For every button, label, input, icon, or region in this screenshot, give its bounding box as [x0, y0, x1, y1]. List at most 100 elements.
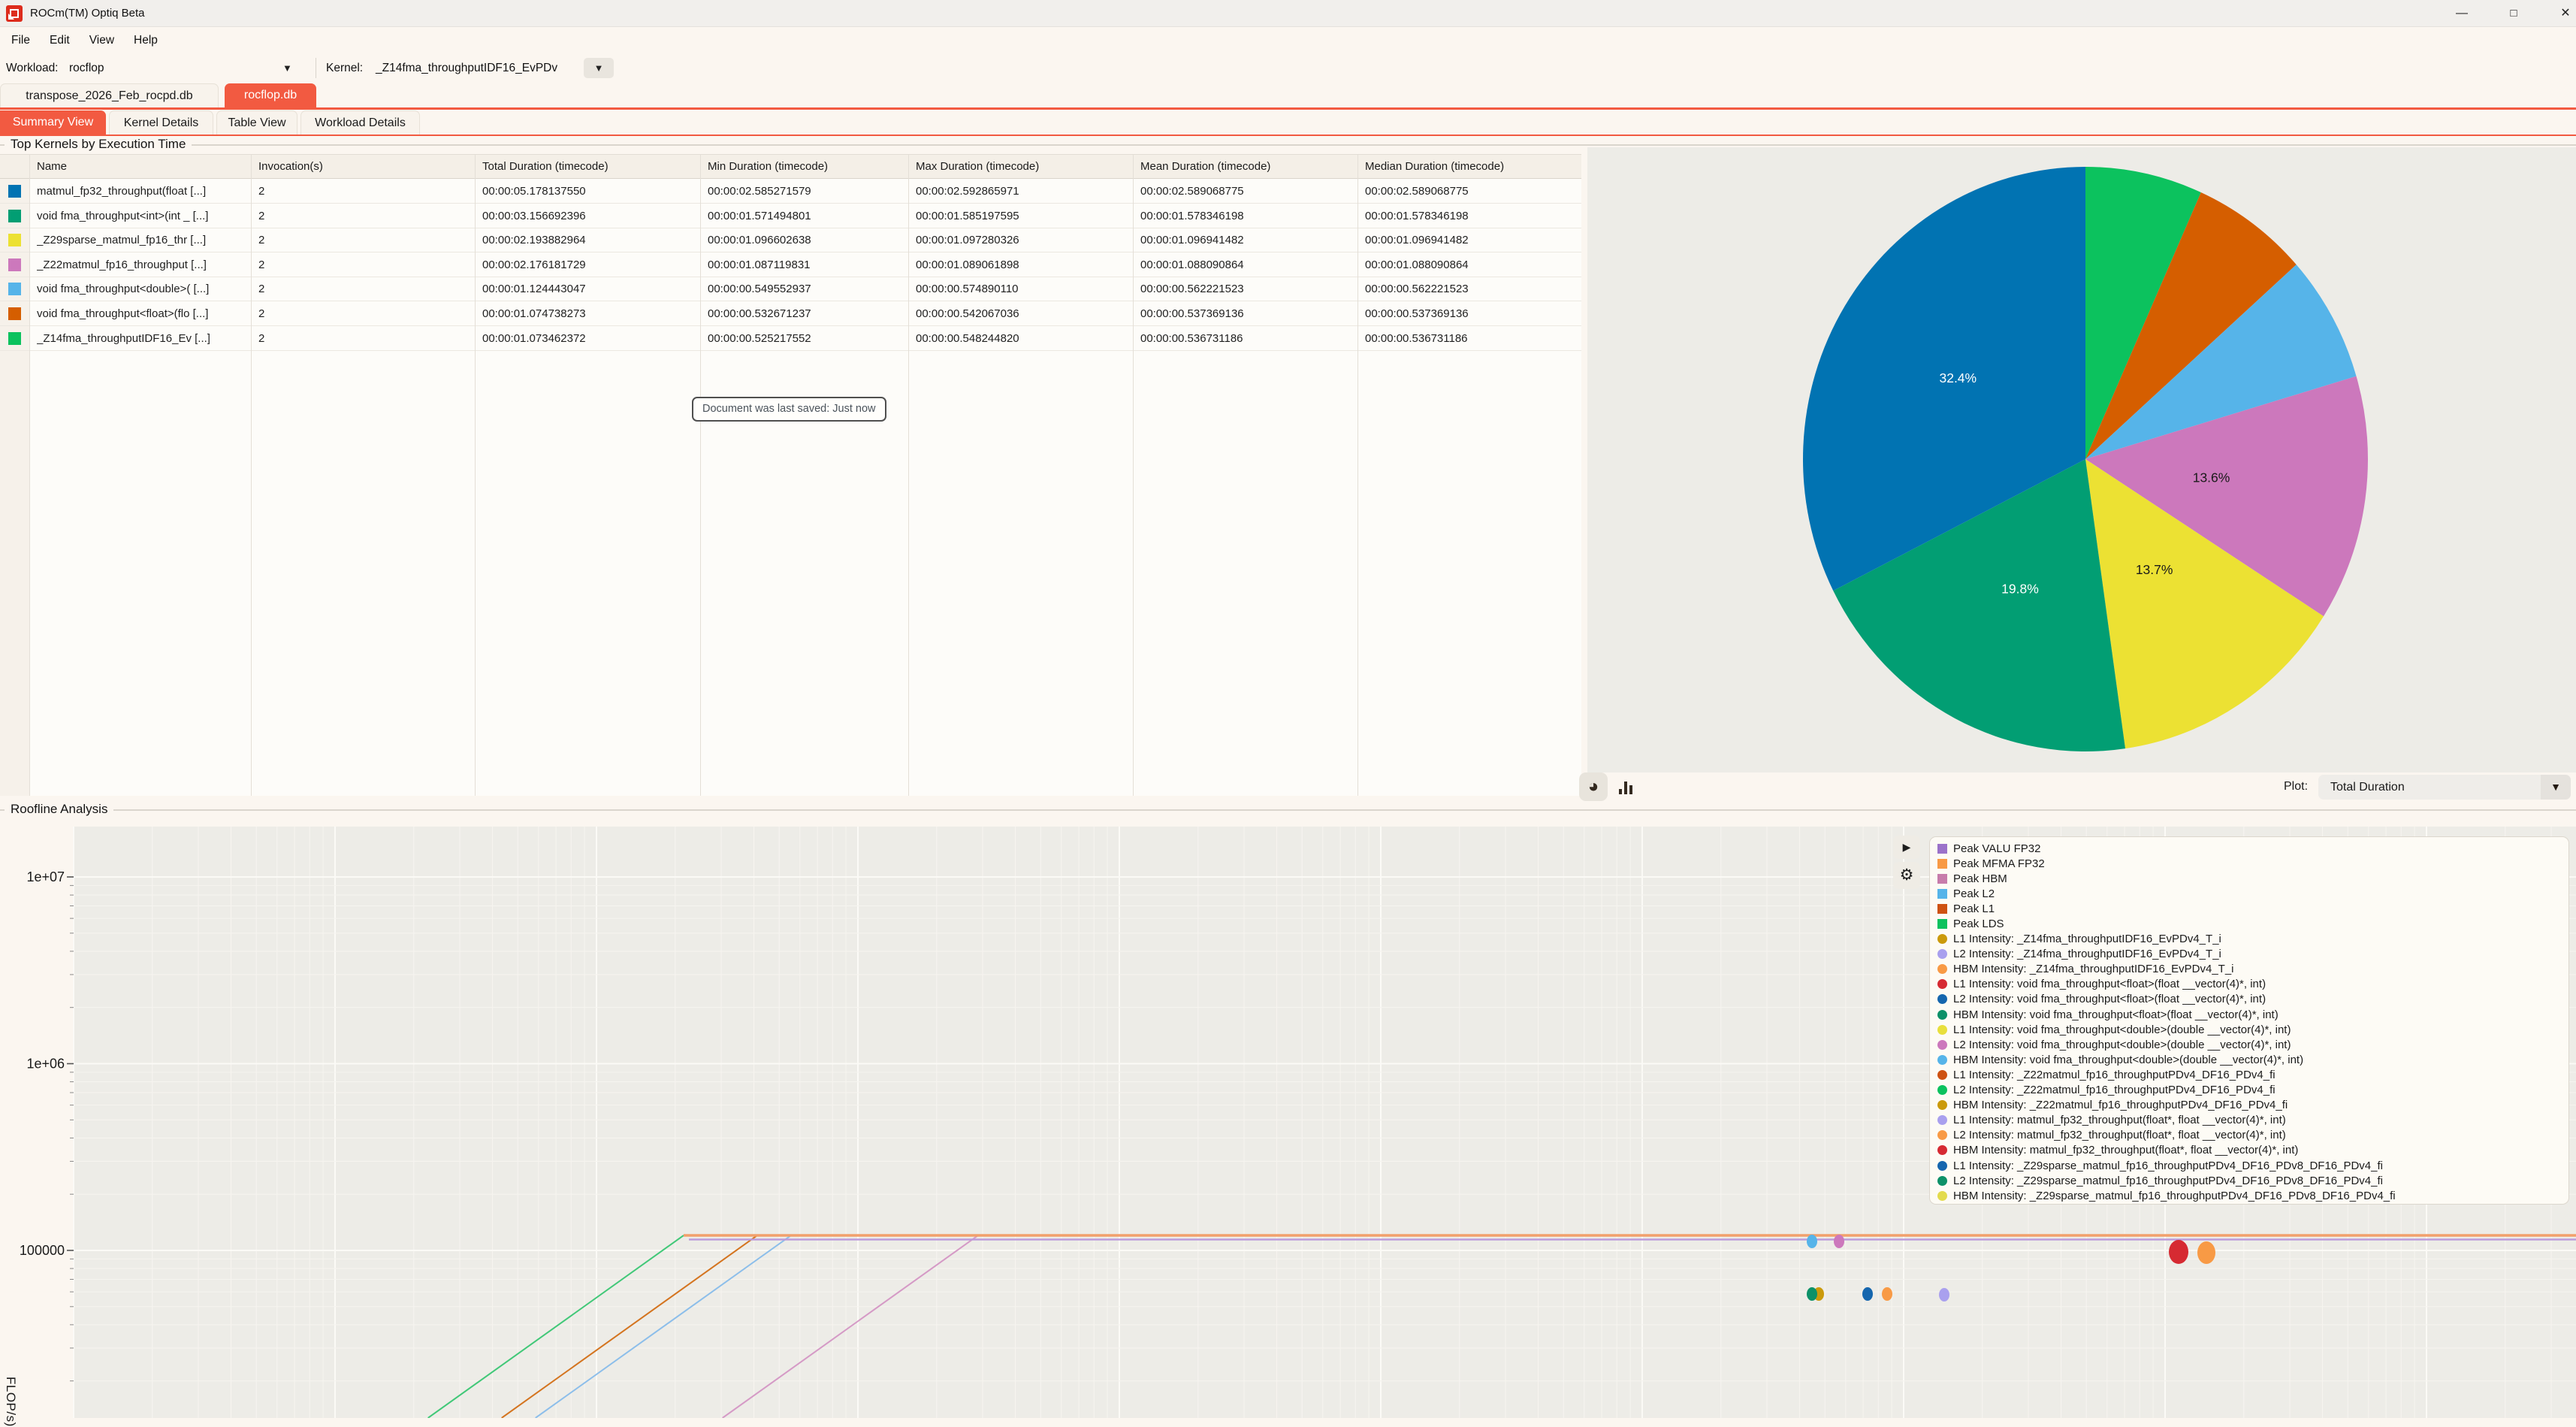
cell-median: 00:00:00.562221523 — [1365, 277, 1578, 301]
menu-view[interactable]: View — [80, 29, 124, 52]
column-divider — [700, 155, 701, 796]
legend-item[interactable]: Peak LDS — [1937, 916, 2568, 931]
roofline-settings-button[interactable]: ⚙ — [1893, 862, 1920, 889]
legend-item[interactable]: HBM Intensity: _Z14fma_throughputIDF16_E… — [1937, 962, 2568, 977]
legend-item[interactable]: Peak VALU FP32 — [1937, 841, 2568, 856]
legend-item[interactable]: L1 Intensity: matmul_fp32_throughput(flo… — [1937, 1113, 2568, 1128]
legend-item[interactable]: L2 Intensity: _Z22matmul_fp16_throughput… — [1937, 1083, 2568, 1098]
table-row[interactable]: _Z22matmul_fp16_throughput [...]200:00:0… — [0, 252, 1581, 277]
legend-item[interactable]: L2 Intensity: matmul_fp32_throughput(flo… — [1937, 1128, 2568, 1143]
legend-item[interactable]: HBM Intensity: _Z22matmul_fp16_throughpu… — [1937, 1098, 2568, 1113]
table-row[interactable]: void fma_throughput<double>( [...]200:00… — [0, 277, 1581, 301]
legend-item[interactable]: L1 Intensity: _Z29sparse_matmul_fp16_thr… — [1937, 1158, 2568, 1173]
legend-item[interactable]: HBM Intensity: matmul_fp32_throughput(fl… — [1937, 1143, 2568, 1158]
section-divider — [0, 809, 2576, 811]
cell-median: 00:00:00.537369136 — [1365, 301, 1578, 326]
column-header[interactable]: Max Duration (timecode) — [916, 155, 1039, 179]
legend-item[interactable]: L1 Intensity: void fma_throughput<float>… — [1937, 977, 2568, 992]
legend-item[interactable]: Peak L1 — [1937, 901, 2568, 916]
legend-item[interactable]: Peak HBM — [1937, 871, 2568, 886]
legend-line-swatch — [1937, 904, 1947, 914]
column-header[interactable]: Invocation(s) — [258, 155, 323, 179]
document-tabs: transpose_2026_Feb_rocpd.dbrocflop.db — [0, 82, 2576, 110]
table-row[interactable]: void fma_throughput<float>(flo [...]200:… — [0, 301, 1581, 326]
legend-label: Peak L2 — [1953, 887, 1995, 900]
cell-min: 00:00:00.525217552 — [708, 326, 905, 351]
legend-item[interactable]: L1 Intensity: _Z14fma_throughputIDF16_Ev… — [1937, 932, 2568, 947]
legend-label: L1 Intensity: _Z29sparse_matmul_fp16_thr… — [1953, 1159, 2383, 1172]
pie-chart-icon: ◕ — [1588, 776, 1599, 797]
pie-chart-view-button[interactable]: ◕ — [1579, 772, 1608, 801]
column-header[interactable]: Median Duration (timecode) — [1365, 155, 1504, 179]
chevron-down-icon: ▼ — [2541, 775, 2571, 800]
title-bar: ROCm(TM) Optiq Beta — □ ✕ — [0, 0, 2576, 27]
tab-summary-view[interactable]: Summary View — [0, 110, 106, 136]
tab-workload-details[interactable]: Workload Details — [300, 110, 420, 135]
legend-item[interactable]: HBM Intensity: void fma_throughput<float… — [1937, 1007, 2568, 1022]
kernel-color-swatch — [8, 332, 21, 345]
table-row[interactable]: void fma_throughput<int>(int _ [...]200:… — [0, 204, 1581, 228]
menu-edit[interactable]: Edit — [40, 29, 80, 52]
tab-table-view[interactable]: Table View — [216, 110, 297, 135]
cell-invocations: 2 — [258, 252, 472, 277]
bar-chart-view-button[interactable] — [1615, 777, 1638, 797]
cell-total: 00:00:02.176181729 — [482, 252, 697, 277]
legend-point-swatch — [1937, 1070, 1947, 1080]
cell-total: 00:00:05.178137550 — [482, 179, 697, 204]
kernels-table: Name Invocation(s) Total Duration (timecod… — [0, 154, 1581, 796]
table-row[interactable]: _Z29sparse_matmul_fp16_thr [...] 2 00:00:0… — [0, 228, 1581, 252]
legend-item[interactable]: L2 Intensity: void fma_throughput<float>… — [1937, 992, 2568, 1007]
doc-tab-1[interactable]: transpose_2026_Feb_rocpd.db — [0, 83, 219, 107]
column-header[interactable]: Mean Duration (timecode) — [1140, 155, 1270, 179]
intensity-point — [1939, 1288, 1949, 1302]
legend-item[interactable]: HBM Intensity: void fma_throughput<doubl… — [1937, 1052, 2568, 1067]
column-header[interactable]: Min Duration (timecode) — [708, 155, 828, 179]
minimize-button[interactable]: — — [2446, 3, 2478, 24]
legend-item[interactable]: L2 Intensity: _Z14fma_throughputIDF16_Ev… — [1937, 947, 2568, 962]
cell-name: _Z29sparse_matmul_fp16_thr [...] — [37, 228, 248, 252]
pie-controls: ◕ Plot: Total Duration ▼ — [1575, 772, 2576, 801]
table-row[interactable]: _Z14fma_throughputIDF16_Ev [...]200:00:0… — [0, 326, 1581, 351]
y-tick-label: 1e+06 — [26, 1057, 65, 1072]
workload-dropdown[interactable]: Workload: rocflop ▼ — [0, 54, 302, 82]
roofline-section-title: Roofline Analysis — [5, 801, 113, 818]
plot-dropdown[interactable]: Total Duration ▼ — [2318, 775, 2571, 800]
kernel-dropdown[interactable]: Kernel: _Z14fma_throughputIDF16_EvPDv — [322, 54, 622, 82]
legend-item[interactable]: L1 Intensity: _Z22matmul_fp16_throughput… — [1937, 1067, 2568, 1082]
tab-kernel-details[interactable]: Kernel Details — [109, 110, 213, 135]
column-header[interactable]: Total Duration (timecode) — [482, 155, 609, 179]
legend-point-swatch — [1937, 1010, 1947, 1020]
legend-label: L1 Intensity: _Z22matmul_fp16_throughput… — [1953, 1069, 2276, 1081]
intensity-point — [1807, 1235, 1817, 1248]
toolbar: Workload: rocflop ▼ Kernel: _Z14fma_thro… — [0, 54, 2576, 82]
column-header[interactable]: Name — [37, 155, 67, 179]
section-divider — [0, 144, 2576, 146]
menu-help[interactable]: Help — [124, 29, 168, 52]
legend-line-swatch — [1937, 889, 1947, 899]
legend-item[interactable]: Peak MFMA FP32 — [1937, 856, 2568, 871]
kernel-dropdown-arrow[interactable]: ▼ — [584, 58, 614, 78]
legend-item[interactable]: L2 Intensity: _Z29sparse_matmul_fp16_thr… — [1937, 1173, 2568, 1188]
legend-point-swatch — [1937, 1100, 1947, 1110]
menu-file[interactable]: File — [2, 29, 40, 52]
cell-invocations: 2 — [258, 228, 472, 252]
doc-tab-2[interactable]: rocflop.db — [225, 83, 316, 110]
cell-max: 00:00:01.089061898 — [916, 252, 1130, 277]
chevron-down-icon: ▼ — [594, 62, 604, 74]
maximize-button[interactable]: □ — [2498, 3, 2529, 24]
close-button[interactable]: ✕ — [2550, 3, 2576, 24]
legend-item[interactable]: HBM Intensity: _Z29sparse_matmul_fp16_th… — [1937, 1188, 2568, 1203]
roofline-legend: Peak VALU FP32Peak MFMA FP32Peak HBMPeak… — [1929, 836, 2569, 1205]
legend-item[interactable]: L2 Intensity: void fma_throughput<double… — [1937, 1037, 2568, 1052]
legend-item[interactable]: Peak L2 — [1937, 886, 2568, 901]
plot-label: Plot: — [2284, 772, 2308, 801]
table-row[interactable]: matmul_fp32_throughput(float [...]200:00… — [0, 179, 1581, 204]
legend-item[interactable]: L1 Intensity: void fma_throughput<double… — [1937, 1022, 2568, 1037]
legend-label: Peak VALU FP32 — [1953, 842, 2040, 855]
legend-label: Peak LDS — [1953, 918, 2004, 930]
legend-line-swatch — [1937, 859, 1947, 869]
cell-median: 00:00:01.088090864 — [1365, 252, 1578, 277]
cell-mean: 00:00:00.562221523 — [1140, 277, 1354, 301]
cell-median: 00:00:01.096941482 — [1365, 228, 1578, 252]
legend-collapse-button[interactable]: ▶ — [1893, 836, 1920, 859]
